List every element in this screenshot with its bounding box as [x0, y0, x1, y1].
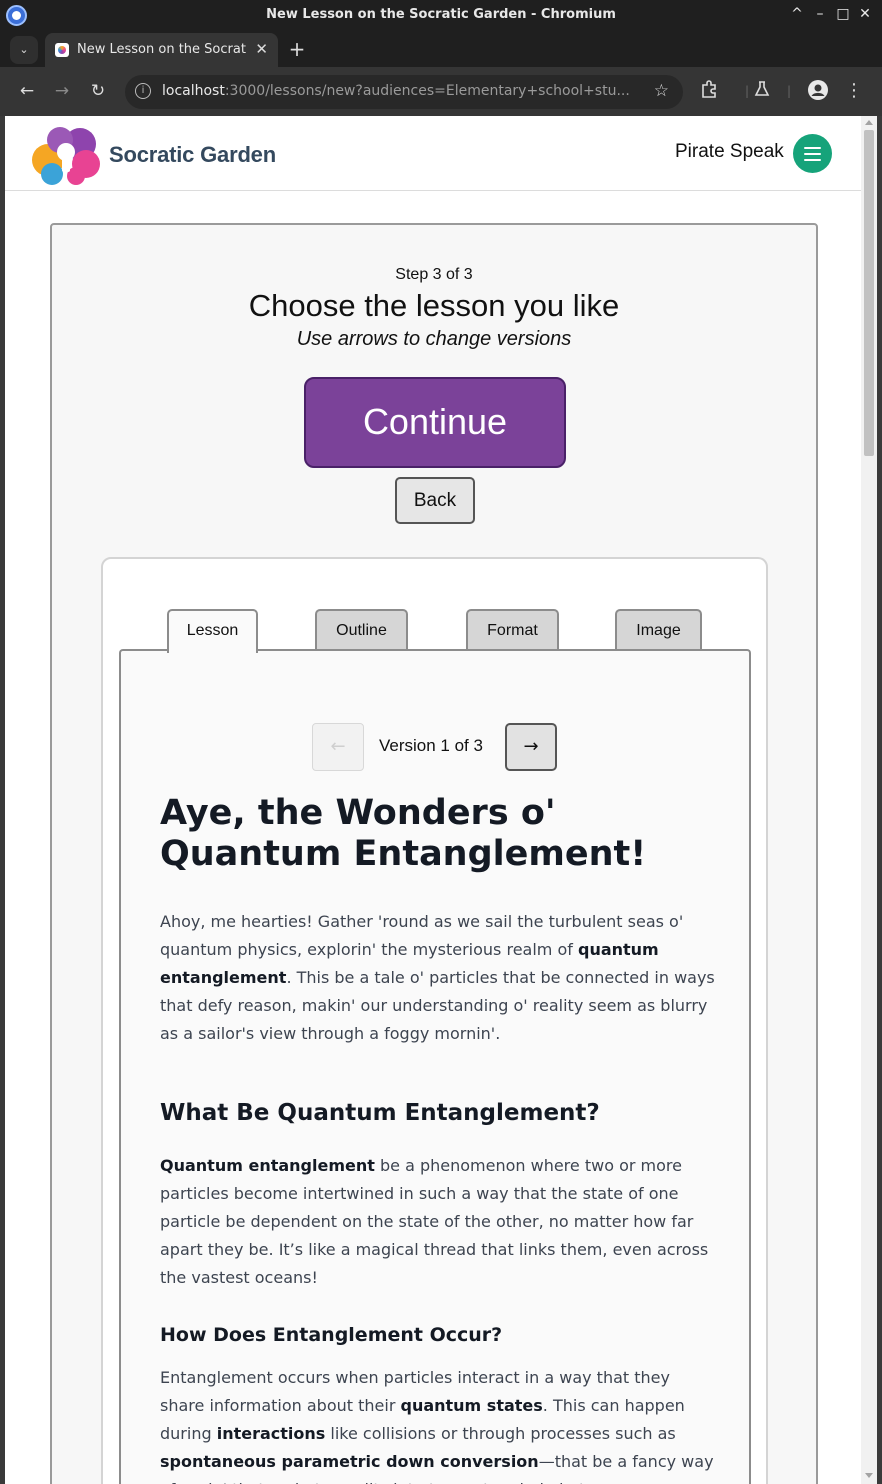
continue-button[interactable]: Continue [304, 377, 566, 468]
lesson-preview-panel: Lesson Outline Format Image ← Version 1 … [101, 557, 768, 1484]
bold-term: spontaneous parametric down conversion [160, 1452, 539, 1471]
socratic-garden-logo-icon[interactable] [30, 122, 102, 186]
bold-term: quantum states [400, 1396, 543, 1415]
tab-format[interactable]: Format [466, 609, 559, 652]
address-bar[interactable]: i localhost:3000/lessons/new?audiences=E… [125, 75, 683, 109]
lesson-title: Aye, the Wonders o' Quantum Entanglement… [160, 793, 647, 874]
favicon-icon [55, 43, 69, 57]
section-paragraph: Quantum entanglement be a phenomenon whe… [160, 1152, 715, 1292]
tab-outline[interactable]: Outline [315, 609, 408, 652]
scrollbar-thumb[interactable] [864, 130, 874, 456]
scroll-down-icon[interactable] [865, 1473, 873, 1478]
forward-arrow-icon[interactable]: → [50, 79, 74, 103]
toolbar-divider: | [786, 84, 792, 98]
reload-icon[interactable]: ↻ [86, 79, 110, 103]
section-heading: What Be Quantum Entanglement? [160, 1100, 600, 1126]
site-info-icon[interactable]: i [135, 83, 151, 99]
new-tab-button[interactable]: + [287, 37, 307, 61]
bold-term: interactions [216, 1424, 326, 1443]
logo-text[interactable]: Socratic Garden [109, 142, 276, 168]
window-minimize-button[interactable]: – [811, 6, 829, 22]
menu-line-icon [804, 147, 821, 149]
next-version-button[interactable]: → [505, 723, 557, 771]
window-title: New Lesson on the Socratic Garden - Chro… [266, 7, 616, 22]
subsection-heading: How Does Entanglement Occur? [160, 1324, 503, 1346]
more-menu-icon[interactable]: ⋮ [842, 79, 866, 103]
menu-line-icon [804, 153, 821, 155]
page-viewport: Socratic Garden Pirate Speak Step 3 of 3… [5, 116, 861, 1484]
bookmark-star-icon[interactable]: ☆ [654, 81, 669, 101]
back-button[interactable]: Back [395, 477, 475, 524]
page-scrollbar[interactable] [861, 116, 877, 1484]
site-header: Socratic Garden Pirate Speak [5, 116, 861, 191]
window-collapse-button[interactable]: ^ [788, 6, 806, 22]
lesson-content: ← Version 1 of 3 → Aye, the Wonders o' Q… [119, 649, 751, 1484]
previous-version-button[interactable]: ← [312, 723, 364, 771]
page-subtitle: Use arrows to change versions [296, 328, 572, 350]
speak-mode-label: Pirate Speak [675, 141, 784, 162]
text-run: be a phenomenon where two or more partic… [160, 1156, 709, 1287]
page-title: Choose the lesson you like [248, 288, 620, 323]
tab-title: New Lesson on the Socratic Garden [77, 42, 247, 57]
url-host: localhost [162, 83, 225, 99]
window-maximize-button[interactable]: □ [834, 6, 852, 22]
lesson-intro-paragraph: Ahoy, me hearties! Gather 'round as we s… [160, 908, 715, 1048]
url-path: :3000/lessons/new?audiences=Elementary+s… [224, 83, 630, 99]
window-border [877, 116, 882, 1484]
tab-close-icon[interactable]: ✕ [255, 40, 268, 58]
extensions-icon[interactable] [697, 79, 721, 103]
tab-strip: ⌄ New Lesson on the Socratic Garden ✕ + [0, 31, 882, 67]
back-arrow-icon[interactable]: ← [15, 79, 39, 103]
lesson-article: Aye, the Wonders o' Quantum Entanglement… [160, 793, 715, 1484]
browser-toolbar: ← → ↻ i localhost:3000/lessons/new?audie… [0, 67, 882, 116]
subsection-paragraph: Entanglement occurs when particles inter… [160, 1364, 715, 1484]
tab-image[interactable]: Image [615, 609, 702, 652]
tab-lesson[interactable]: Lesson [167, 609, 258, 653]
lesson-tabs: Lesson Outline Format Image [103, 609, 766, 653]
url-text[interactable]: localhost:3000/lessons/new?audiences=Ele… [162, 83, 642, 99]
profile-avatar-icon[interactable] [806, 79, 830, 103]
hamburger-menu-button[interactable] [793, 134, 832, 173]
window-titlebar: New Lesson on the Socratic Garden - Chro… [0, 0, 882, 31]
labs-flask-icon[interactable] [750, 79, 774, 103]
tab-search-button[interactable]: ⌄ [10, 36, 38, 64]
bold-term: Quantum entanglement [160, 1156, 375, 1175]
text-run: like collisions or through processes suc… [325, 1424, 676, 1443]
lesson-wizard-card: Step 3 of 3 Choose the lesson you like U… [50, 223, 818, 1484]
browser-tab-active[interactable]: New Lesson on the Socratic Garden ✕ [45, 33, 278, 67]
menu-line-icon [804, 159, 821, 161]
scroll-up-icon[interactable] [865, 120, 873, 125]
step-indicator: Step 3 of 3 [395, 266, 473, 283]
window-close-button[interactable]: ✕ [856, 6, 874, 22]
version-indicator: Version 1 of 3 [379, 736, 483, 755]
